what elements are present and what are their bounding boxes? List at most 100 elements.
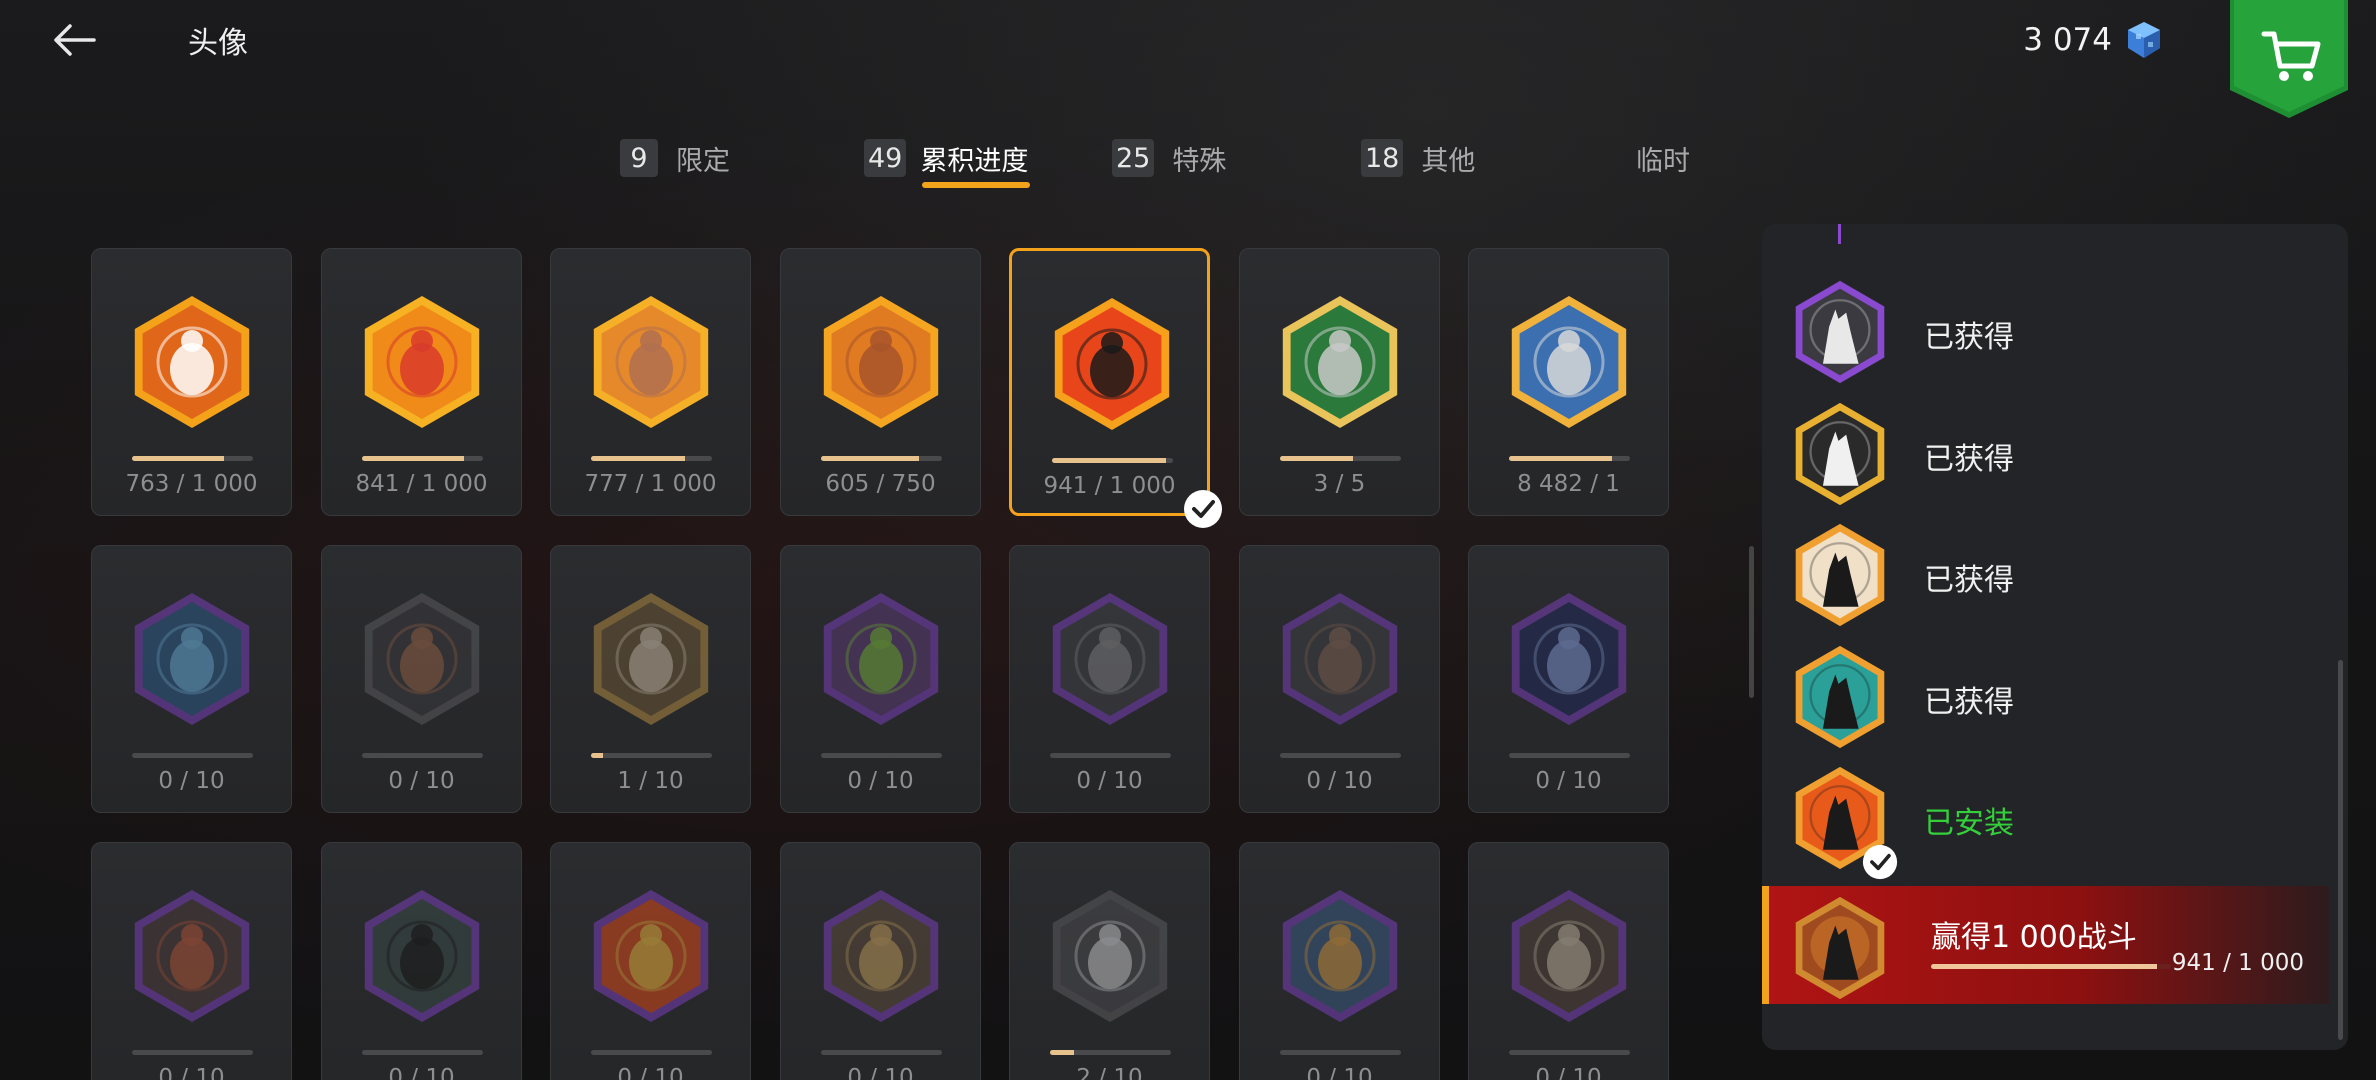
tab-cumulative-progress[interactable]: 49 累积进度 xyxy=(864,128,1028,188)
progress-bar xyxy=(1052,458,1173,463)
raven-badge-icon xyxy=(364,890,480,1022)
avatar-card-tank-wreath[interactable]: 3 / 5 xyxy=(1239,248,1440,516)
progress-bar xyxy=(821,753,942,758)
progress-bar xyxy=(1509,1050,1630,1055)
tab-count: 18 xyxy=(1361,139,1404,177)
avatar-card-man-portrait[interactable]: 0 / 10 xyxy=(1239,545,1440,813)
avatar-card-grandma[interactable]: 1 / 10 xyxy=(550,545,751,813)
wolf-tier-teal-icon xyxy=(1795,645,1885,749)
progress-text: 841 / 1 000 xyxy=(355,471,488,497)
progress-text: 941 / 1 000 xyxy=(1043,473,1176,499)
tier-row[interactable]: 已获得 xyxy=(1762,270,2348,386)
avatar-card-trophy-hands[interactable]: 0 / 10 xyxy=(1239,842,1440,1080)
progress-bar xyxy=(362,753,483,758)
tab-label: 限定 xyxy=(676,145,730,177)
blue-cube-icon xyxy=(2128,22,2160,58)
avatar-card-swords[interactable]: 8 482 / 1 xyxy=(1468,248,1669,516)
progress-bar-fill xyxy=(1280,456,1353,461)
progress-bar-fill xyxy=(1509,456,1612,461)
progress-text: 0 / 10 xyxy=(847,1065,914,1080)
avatar-card-crab-claw[interactable]: 0 / 10 xyxy=(91,842,292,1080)
currency-amount: 3 074 xyxy=(2023,22,2112,58)
progress-text: 605 / 750 xyxy=(825,471,936,497)
grid-scrollbar[interactable] xyxy=(1749,546,1754,698)
avatar-card-bird[interactable]: 0 / 10 xyxy=(321,545,522,813)
progress-bar-fill xyxy=(591,456,686,461)
progress-text: 0 / 10 xyxy=(1535,1065,1602,1080)
avatar-card-tiger[interactable]: 763 / 1 000 xyxy=(91,248,292,516)
tab-label: 累积进度 xyxy=(920,145,1029,177)
progress-text: 3 / 5 xyxy=(1313,471,1366,497)
tier-status: 已安装 xyxy=(1924,806,2014,841)
progress-bar xyxy=(132,456,253,461)
current-goal-row[interactable]: 赢得1 000战斗 941 / 1 000 xyxy=(1762,886,2329,1004)
man-portrait-badge-icon xyxy=(1282,593,1398,725)
progress-text: 8 482 / 1 xyxy=(1517,471,1620,497)
back-button[interactable] xyxy=(50,22,102,58)
avatar-card-constellation[interactable]: 0 / 10 xyxy=(1468,545,1669,813)
tab-count: 25 xyxy=(1112,139,1155,177)
goal-progress-bar-fill xyxy=(1931,964,2157,969)
tab-limited[interactable]: 9 限定 xyxy=(620,128,730,188)
avatar-card-ring[interactable]: 0 / 10 xyxy=(780,842,981,1080)
panel-scrollbar[interactable] xyxy=(2338,660,2343,1040)
progress-bar xyxy=(132,1050,253,1055)
tank-wreath-badge-icon xyxy=(1282,296,1398,428)
progress-text: 0 / 10 xyxy=(847,768,914,794)
tier-status: 已获得 xyxy=(1924,442,2014,477)
tier-row[interactable]: 已安装 xyxy=(1762,756,2348,880)
progress-bar-fill xyxy=(132,456,225,461)
goal-label: 赢得1 000战斗 xyxy=(1931,920,2137,955)
progress-bar xyxy=(821,1050,942,1055)
tab-other[interactable]: 18 其他 xyxy=(1361,128,1475,188)
fist-badge-icon xyxy=(823,296,939,428)
avatar-card-raven[interactable]: 0 / 10 xyxy=(321,842,522,1080)
avatar-card-fist[interactable]: 605 / 750 xyxy=(780,248,981,516)
avatar-card-apple[interactable]: 0 / 10 xyxy=(780,545,981,813)
progress-bar xyxy=(1050,1050,1171,1055)
progress-bar xyxy=(821,456,942,461)
target-badge-icon xyxy=(593,890,709,1022)
wolf-tier-next-icon xyxy=(1795,896,1885,1000)
avatar-card-woman-portrait[interactable]: 2 / 10 xyxy=(1009,842,1210,1080)
progress-bar-fill xyxy=(591,753,604,758)
progress-text: 2 / 10 xyxy=(1076,1065,1143,1080)
grandma-badge-icon xyxy=(593,593,709,725)
checkmark-icon xyxy=(1184,490,1222,528)
avatar-card-helmet-ball[interactable]: 0 / 10 xyxy=(1468,842,1669,1080)
progress-bar xyxy=(591,1050,712,1055)
avatar-card-tank[interactable]: 777 / 1 000 xyxy=(550,248,751,516)
wolf-tier-orange-pale-icon xyxy=(1795,523,1885,627)
progress-text: 0 / 10 xyxy=(1306,1065,1373,1080)
progress-text: 0 / 10 xyxy=(1306,768,1373,794)
tier-row[interactable]: 已获得 xyxy=(1762,513,2348,629)
avatar-tier-panel: 已获得 已获得 已获得 已获得 已安装 赢得1 000战斗 941 / 1 000 xyxy=(1762,224,2348,1050)
cart-icon xyxy=(2230,0,2348,118)
avatar-card-emblem[interactable]: 0 / 10 xyxy=(1009,545,1210,813)
progress-bar xyxy=(1050,753,1171,758)
helmet-ball-badge-icon xyxy=(1511,890,1627,1022)
progress-bar xyxy=(591,753,712,758)
bird-badge-icon xyxy=(364,593,480,725)
avatar-card-explosion[interactable]: 841 / 1 000 xyxy=(321,248,522,516)
avatar-card-target[interactable]: 0 / 10 xyxy=(550,842,751,1080)
currency-display: 3 074 xyxy=(2023,18,2166,62)
wolf-tier-gold-silver-icon xyxy=(1795,402,1885,506)
goal-progress-bar xyxy=(1931,964,2171,969)
tier-status: 已获得 xyxy=(1924,685,2014,720)
progress-text: 0 / 10 xyxy=(617,1065,684,1080)
shop-button[interactable] xyxy=(2230,0,2348,118)
progress-text: 0 / 10 xyxy=(1535,768,1602,794)
woman-portrait-badge-icon xyxy=(1052,890,1168,1022)
tier-row[interactable]: 已获得 xyxy=(1762,635,2348,751)
progress-text: 1 / 10 xyxy=(617,768,684,794)
avatar-card-wolf[interactable]: 941 / 1 000 xyxy=(1009,248,1222,528)
page-title: 头像 xyxy=(188,26,248,61)
avatar-card-chip[interactable]: 0 / 10 xyxy=(91,545,292,813)
tab-special[interactable]: 25 特殊 xyxy=(1112,128,1226,188)
tier-status: 已获得 xyxy=(1924,320,2014,355)
ring-badge-icon xyxy=(823,890,939,1022)
tier-row[interactable]: 已获得 xyxy=(1762,392,2348,508)
apple-badge-icon xyxy=(823,593,939,725)
tab-temporary[interactable]: 临时 xyxy=(1636,128,1690,188)
